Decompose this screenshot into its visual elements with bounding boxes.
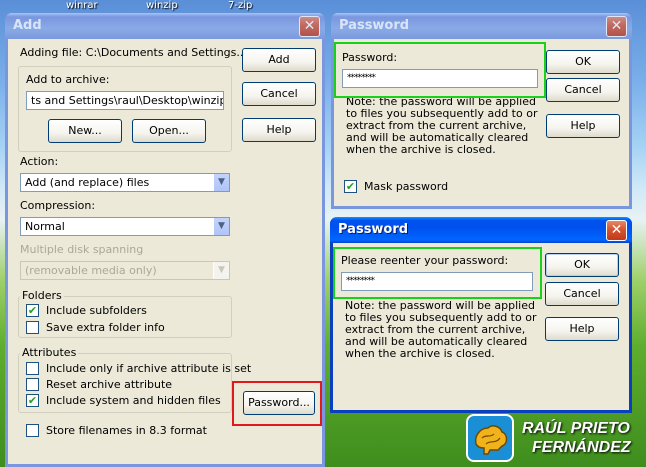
- author-logo: RAÚL PRIETO FERNÁNDEZ: [466, 412, 646, 467]
- add-button[interactable]: Add: [242, 48, 316, 72]
- store-83-checkbox[interactable]: [26, 424, 39, 437]
- archive-path-input[interactable]: ts and Settings\raul\Desktop\winzip.zip: [26, 91, 224, 110]
- action-select[interactable]: Add (and replace) files ▼: [20, 173, 230, 192]
- cancel-button[interactable]: Cancel: [242, 82, 316, 106]
- new-archive-button[interactable]: New...: [48, 119, 122, 143]
- desktop-icon-label[interactable]: winrar: [66, 0, 98, 11]
- folders-group-title: Folders: [20, 289, 64, 302]
- help-button[interactable]: Help: [545, 317, 619, 341]
- compression-select[interactable]: Normal ▼: [20, 217, 230, 236]
- attributes-group-title: Attributes: [20, 346, 79, 359]
- compression-select-value: Normal: [25, 220, 65, 233]
- spanning-select-value: (removable media only): [25, 264, 157, 277]
- compression-label: Compression:: [20, 199, 96, 212]
- include-subfolders-label: Include subfolders: [46, 304, 147, 317]
- author-name-line1: RAÚL PRIETO: [522, 420, 630, 437]
- action-select-value: Add (and replace) files: [25, 176, 150, 189]
- add-dialog-title: Add: [13, 18, 42, 33]
- reenter-field-highlight: [333, 247, 542, 299]
- attr-system-hidden-label: Include system and hidden files: [46, 394, 221, 407]
- close-icon[interactable]: ✕: [299, 16, 320, 37]
- password-dialog-titlebar[interactable]: Password ✕: [331, 13, 632, 39]
- chevron-down-icon[interactable]: ▼: [213, 174, 229, 191]
- cancel-button[interactable]: Cancel: [546, 78, 620, 102]
- brain-icon-graphic: [474, 425, 508, 455]
- reenter-note: Note: the password will be applied to fi…: [345, 299, 537, 360]
- cancel-button[interactable]: Cancel: [545, 282, 619, 306]
- store-83-label: Store filenames in 8.3 format: [46, 424, 207, 437]
- password-button-highlight: [232, 381, 322, 426]
- chevron-down-icon[interactable]: ▼: [213, 218, 229, 235]
- password-field-highlight: [334, 42, 546, 98]
- attr-reset-label: Reset archive attribute: [46, 378, 173, 391]
- brain-icon: [466, 414, 514, 462]
- ok-button[interactable]: OK: [545, 253, 619, 277]
- chevron-down-icon: ▼: [213, 262, 229, 279]
- close-icon[interactable]: ✕: [606, 16, 627, 37]
- reenter-dialog-title: Password: [338, 222, 409, 237]
- author-name-line2: FERNÁNDEZ: [532, 439, 631, 456]
- add-dialog-titlebar[interactable]: Add ✕: [5, 13, 325, 39]
- attr-reset-checkbox[interactable]: [26, 378, 39, 391]
- help-button[interactable]: Help: [242, 118, 316, 142]
- adding-file-label: Adding file: C:\Documents and Settings..…: [20, 46, 266, 59]
- attr-system-hidden-checkbox[interactable]: ✔: [26, 394, 39, 407]
- attr-archive-only-label: Include only if archive attribute is set: [46, 362, 252, 375]
- spanning-label: Multiple disk spanning: [20, 243, 144, 256]
- mask-password-checkbox[interactable]: ✔: [344, 180, 357, 193]
- mask-password-label: Mask password: [364, 180, 449, 193]
- desktop-icon-label[interactable]: winzip: [146, 0, 178, 11]
- help-button[interactable]: Help: [546, 114, 620, 138]
- close-icon[interactable]: ✕: [606, 220, 627, 241]
- ok-button[interactable]: OK: [546, 50, 620, 74]
- desktop-icon-labels: winrar winzip 7-zip: [0, 0, 646, 14]
- password-dialog-title: Password: [339, 18, 410, 33]
- action-label: Action:: [20, 155, 59, 168]
- reenter-dialog-titlebar[interactable]: Password ✕: [330, 217, 632, 243]
- add-to-archive-label: Add to archive:: [26, 73, 110, 86]
- attr-archive-only-checkbox[interactable]: [26, 362, 39, 375]
- spanning-select: (removable media only) ▼: [20, 261, 230, 280]
- save-folder-info-label: Save extra folder info: [46, 321, 165, 334]
- password-note: Note: the password will be applied to fi…: [346, 95, 538, 156]
- open-archive-button[interactable]: Open...: [132, 119, 206, 143]
- include-subfolders-checkbox[interactable]: ✔: [26, 304, 39, 317]
- desktop-icon-label[interactable]: 7-zip: [228, 0, 252, 11]
- save-folder-info-checkbox[interactable]: [26, 321, 39, 334]
